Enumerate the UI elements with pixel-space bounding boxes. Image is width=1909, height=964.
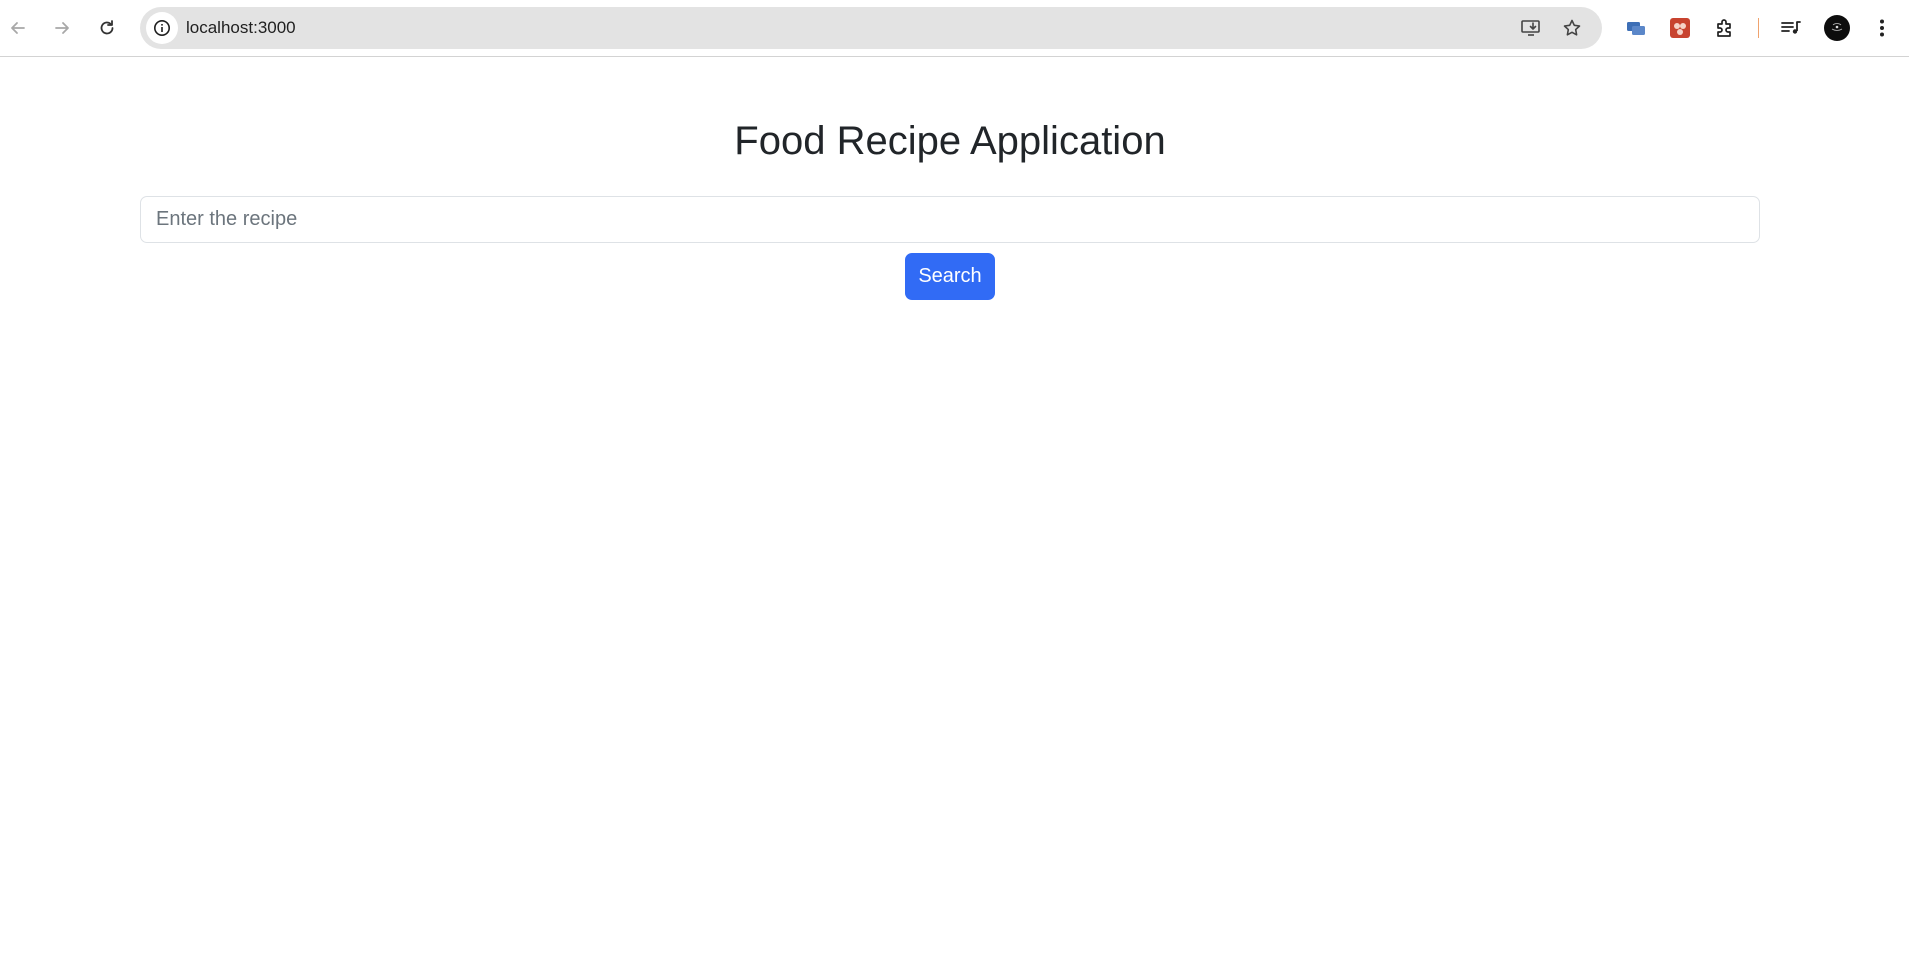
install-app-icon bbox=[1521, 20, 1540, 36]
extension-red-button[interactable] bbox=[1664, 12, 1696, 44]
search-button[interactable]: Search bbox=[905, 253, 995, 300]
forward-arrow-icon bbox=[55, 22, 69, 34]
toolbar-divider bbox=[1758, 18, 1759, 38]
site-info-button[interactable] bbox=[146, 12, 178, 44]
recipe-search-input[interactable] bbox=[140, 196, 1760, 243]
kebab-menu-icon bbox=[1880, 19, 1884, 37]
browser-menu-button[interactable] bbox=[1866, 12, 1898, 44]
profile-button[interactable] bbox=[1821, 12, 1853, 44]
reload-button[interactable] bbox=[91, 12, 123, 44]
browser-toolbar: localhost:3000 bbox=[0, 0, 1909, 57]
avatar-icon bbox=[1824, 15, 1850, 41]
back-button[interactable] bbox=[2, 12, 34, 44]
extension-chat-button[interactable] bbox=[1620, 12, 1652, 44]
media-queue-button[interactable] bbox=[1775, 12, 1807, 44]
back-arrow-icon bbox=[11, 22, 25, 34]
page-content: Food Recipe Application Search bbox=[0, 57, 1909, 964]
reload-icon bbox=[100, 20, 114, 35]
extensions-menu-button[interactable] bbox=[1709, 12, 1741, 44]
extension-red-icon bbox=[1670, 18, 1690, 38]
page-title: Food Recipe Application bbox=[734, 119, 1166, 163]
puzzle-icon bbox=[1717, 19, 1731, 37]
media-queue-icon bbox=[1781, 21, 1801, 34]
star-icon bbox=[1563, 19, 1581, 36]
extension-chat-icon bbox=[1627, 22, 1645, 35]
address-bar[interactable]: localhost:3000 bbox=[140, 7, 1602, 49]
url-text[interactable]: localhost:3000 bbox=[186, 18, 296, 38]
install-app-button[interactable] bbox=[1515, 12, 1547, 44]
forward-button[interactable] bbox=[46, 12, 78, 44]
bookmark-button[interactable] bbox=[1556, 12, 1588, 44]
info-icon bbox=[154, 20, 170, 36]
